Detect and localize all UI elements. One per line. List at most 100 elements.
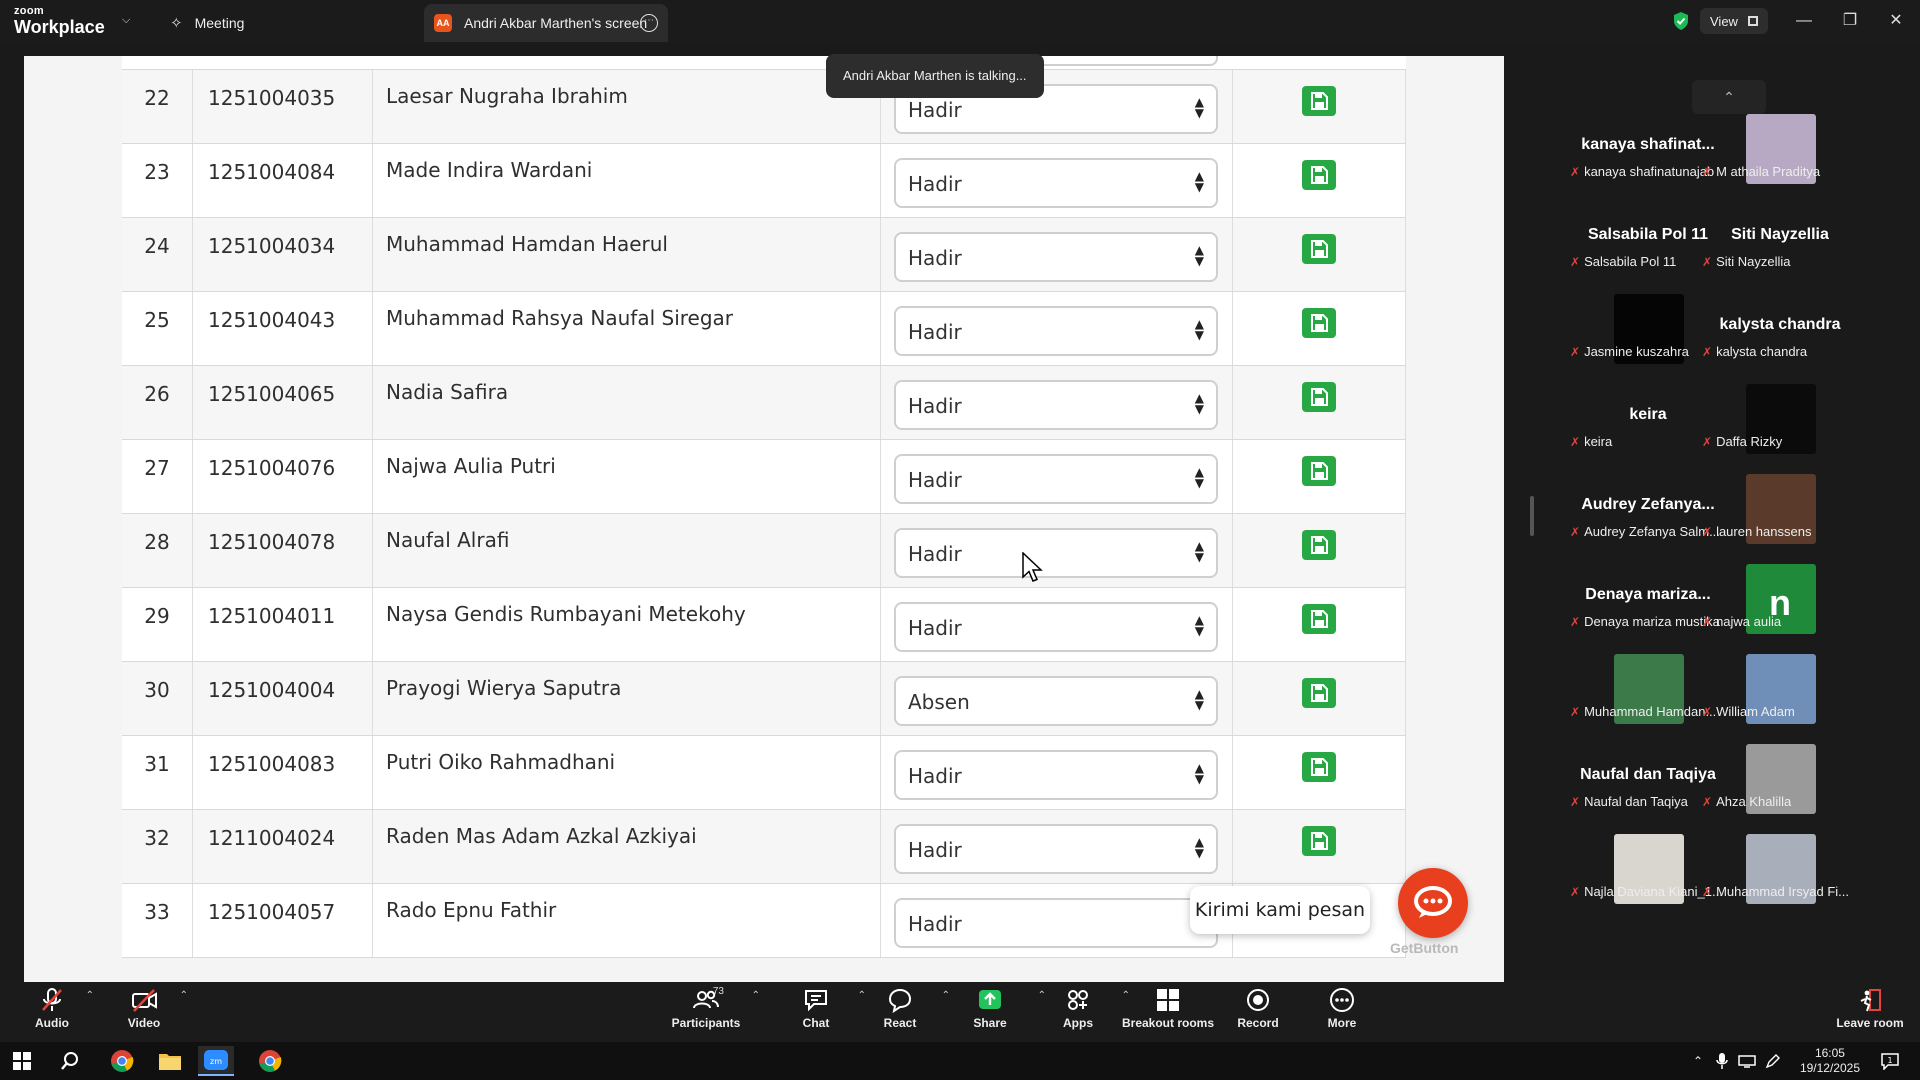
record-button[interactable]: Record — [1218, 986, 1298, 1038]
save-button[interactable] — [1302, 752, 1336, 782]
row-number: 33 — [144, 900, 170, 924]
column-divider — [1232, 144, 1233, 217]
file-explorer-icon[interactable] — [152, 1046, 188, 1076]
save-button[interactable] — [1302, 678, 1336, 708]
chrome-profile-icon[interactable] — [252, 1046, 288, 1076]
student-name: Naysa Gendis Rumbayani Metekohy — [386, 602, 746, 626]
row-number: 22 — [144, 86, 170, 110]
column-divider — [880, 514, 881, 587]
zoom-taskbar-icon[interactable]: zm — [198, 1046, 234, 1076]
save-button[interactable] — [1302, 86, 1336, 116]
participant-name-label: ✗ najwa aulia — [1702, 614, 1864, 629]
column-divider — [1405, 440, 1406, 513]
participant-tile[interactable]: ✗ Muhammad Irsyad Fi... — [1700, 820, 1860, 910]
column-divider — [372, 218, 373, 291]
more-options-icon[interactable]: ⋯ — [640, 14, 658, 32]
attendance-status-select[interactable]: Hadir▲▼ — [894, 158, 1218, 208]
column-divider — [880, 662, 881, 735]
participants-button[interactable]: Participants 73 ⌃ — [666, 986, 760, 1038]
student-name: Laesar Nugraha Ibrahim — [386, 84, 628, 108]
participant-tile[interactable]: n ✗ najwa aulia — [1700, 550, 1860, 640]
shield-icon[interactable] — [1672, 11, 1690, 31]
save-icon — [1311, 166, 1328, 184]
select-arrows-icon: ▲▼ — [1194, 613, 1204, 638]
column-divider — [1405, 736, 1406, 809]
participant-tile[interactable]: Siti Nayzellia ✗ Siti Nayzellia — [1700, 190, 1860, 280]
column-divider — [192, 366, 193, 439]
apps-button[interactable]: Apps ⌃ — [1038, 986, 1130, 1038]
share-screen-button[interactable]: Share ⌃ — [950, 986, 1046, 1038]
column-divider — [1405, 366, 1406, 439]
attendance-status-select[interactable]: Hadir▲▼ — [894, 824, 1218, 874]
save-button[interactable] — [1302, 382, 1336, 412]
react-button[interactable]: React ⌃ — [860, 986, 950, 1038]
chat-button[interactable]: Chat ⌃ — [776, 986, 866, 1038]
attendance-status-select[interactable]: Hadir▲▼ — [894, 750, 1218, 800]
video-button[interactable]: Video ⌃ — [104, 986, 188, 1038]
save-button[interactable] — [1302, 160, 1336, 190]
save-button[interactable] — [1302, 456, 1336, 486]
minimize-button[interactable]: — — [1784, 8, 1824, 34]
participant-tile[interactable]: ✗ Ahza Khalilla — [1700, 730, 1860, 820]
more-button[interactable]: More — [1302, 986, 1382, 1038]
chevron-down-icon[interactable]: ⌵ — [122, 14, 130, 27]
title-bar: zoom Workplace ⌵ ✧ Meeting AA Andri Akba… — [0, 0, 1920, 44]
chat-widget-button[interactable] — [1398, 868, 1468, 938]
participant-tile[interactable]: ✗ M athaila Praditya — [1700, 100, 1860, 190]
chevron-up-icon[interactable]: ⌃ — [180, 990, 188, 1001]
save-button[interactable] — [1302, 826, 1336, 856]
participant-tile[interactable]: kalysta chandra ✗ kalysta chandra — [1700, 280, 1860, 370]
select-arrows-icon: ▲▼ — [1194, 835, 1204, 860]
panel-resize-handle[interactable] — [1530, 496, 1534, 536]
participant-name: Muhammad Irsyad Fi... — [1716, 884, 1849, 899]
chevron-up-icon[interactable]: ⌃ — [86, 990, 94, 1001]
save-icon — [1311, 314, 1328, 332]
chevron-up-icon[interactable]: ⌃ — [942, 990, 950, 1001]
attendance-status-value: Hadir — [908, 616, 962, 640]
save-button[interactable] — [1302, 604, 1336, 634]
tab-shared-screen[interactable]: AA Andri Akbar Marthen's screen ⋯ — [424, 4, 668, 42]
attendance-status-select[interactable]: Hadir▲▼ — [894, 306, 1218, 356]
column-divider — [372, 440, 373, 513]
system-clock[interactable]: 16:05 19/12/2025 — [1800, 1046, 1860, 1076]
view-button[interactable]: View — [1700, 8, 1768, 34]
search-icon[interactable] — [52, 1046, 88, 1076]
pen-icon[interactable] — [1762, 1046, 1784, 1076]
save-button[interactable] — [1302, 530, 1336, 560]
attendance-status-select[interactable]: Hadir▲▼ — [894, 232, 1218, 282]
windows-taskbar: zm ⌃ 16:05 19/12/2025 1 — [0, 1042, 1920, 1080]
table-row: 27 1251004076 Najwa Aulia Putri Hadir ▲ ▼ — [122, 440, 1406, 514]
zoom-logo: zoom Workplace — [14, 5, 105, 37]
save-button[interactable] — [1302, 234, 1336, 264]
save-button[interactable] — [1302, 308, 1336, 338]
save-icon — [1311, 388, 1328, 406]
windows-start-icon[interactable] — [4, 1046, 40, 1076]
attendance-status-select[interactable]: Hadir▲▼ — [894, 454, 1218, 504]
attendance-status-select[interactable]: Hadir ▲▼ — [894, 602, 1218, 652]
talking-indicator: Andri Akbar Marthen is talking... — [826, 54, 1044, 98]
leave-room-button[interactable]: Leave room — [1830, 986, 1910, 1038]
chrome-icon[interactable] — [104, 1046, 140, 1076]
column-divider — [1405, 588, 1406, 661]
attendance-status-select[interactable]: Hadir▲▼ — [894, 898, 1218, 948]
participant-tile[interactable]: ✗ Daffa Rizky — [1700, 370, 1860, 460]
chevron-up-icon[interactable]: ⌃ — [1688, 1046, 1708, 1076]
participant-tile[interactable]: ✗ lauren hanssens — [1700, 460, 1860, 550]
attendance-status-select[interactable]: Absen ▲ ▼ — [894, 676, 1218, 726]
close-button[interactable]: ✕ — [1876, 8, 1916, 34]
audio-button[interactable]: Audio ⌃ — [12, 986, 94, 1038]
microphone-icon[interactable] — [1712, 1046, 1732, 1076]
attendance-status-select[interactable]: Hadir▲▼ — [894, 380, 1218, 430]
participant-tile[interactable]: ✗ William Adam — [1700, 640, 1860, 730]
tab-meeting[interactable]: ✧ Meeting — [170, 4, 244, 42]
select-arrows-icon: ▲▼ — [1194, 391, 1204, 416]
restore-button[interactable]: ❐ — [1830, 8, 1870, 34]
chat-prompt-bubble[interactable]: Kirimi kami pesan — [1190, 886, 1370, 934]
notifications-icon[interactable]: 1 — [1872, 1046, 1908, 1076]
participant-name-label: ✗ lauren hanssens — [1702, 524, 1864, 539]
breakout-rooms-button[interactable]: Breakout rooms — [1122, 986, 1214, 1038]
attendance-status-select[interactable]: Hadir▲▼ — [894, 528, 1218, 578]
student-id: 1251004083 — [208, 752, 336, 776]
network-icon[interactable] — [1736, 1046, 1758, 1076]
chevron-up-icon[interactable]: ⌃ — [752, 990, 760, 1001]
